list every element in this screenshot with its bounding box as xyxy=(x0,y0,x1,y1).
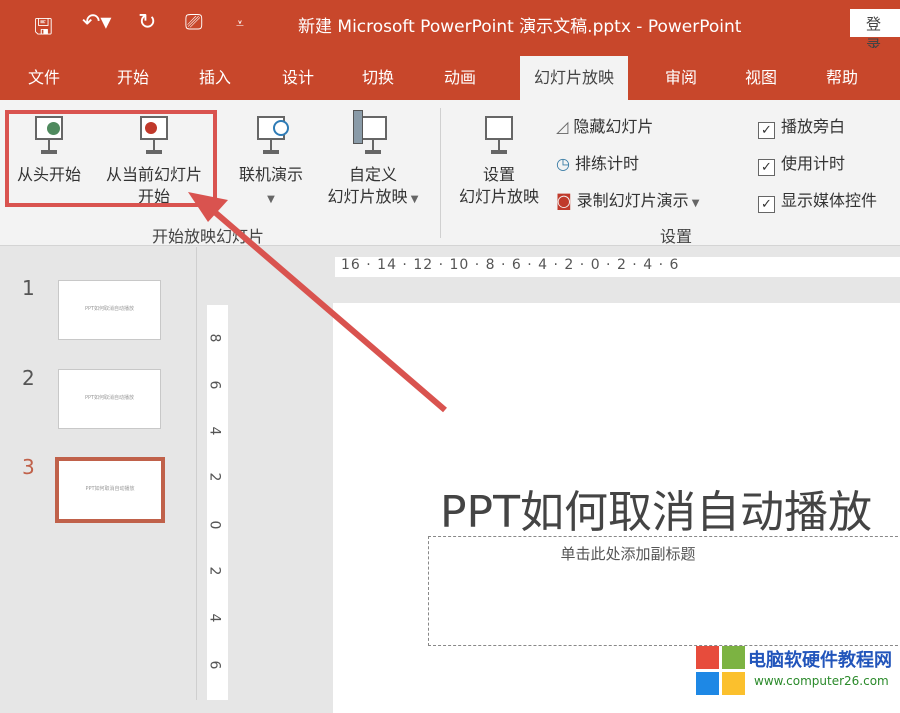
windows-logo-icon xyxy=(696,646,745,695)
red-arrow-annotation xyxy=(188,192,447,413)
arrow-shaft xyxy=(208,205,447,413)
watermark: 电脑软硬件教程网 www.computer26.com xyxy=(692,640,900,700)
watermark-url: www.computer26.com xyxy=(754,674,889,688)
watermark-name: 电脑软硬件教程网 xyxy=(748,650,892,671)
